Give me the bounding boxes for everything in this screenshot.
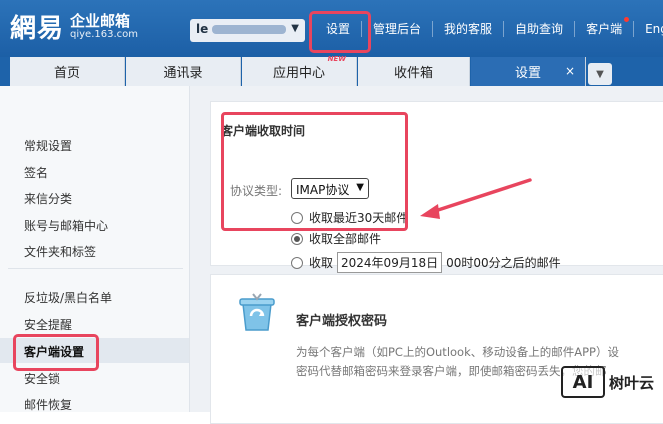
sidebar-item-mail-recovery[interactable]: 邮件恢复	[24, 396, 72, 413]
tab-home[interactable]: 首页	[10, 57, 125, 86]
auth-code-card: 客户端授权密码 为每个客户端（如PC上的Outlook、移动设备上的邮件APP）…	[210, 274, 663, 424]
sidebar-item-general[interactable]: 常规设置	[24, 137, 72, 154]
radio-button[interactable]	[291, 256, 303, 269]
nav-admin[interactable]: 管理后台	[361, 20, 432, 37]
sidebar-item-security-alert[interactable]: 安全提醒	[24, 316, 72, 333]
option-all-mail[interactable]: 收取全部邮件	[291, 230, 381, 247]
logo-title: 企业邮箱	[70, 11, 131, 30]
client-settings-highlight	[13, 334, 99, 371]
sidebar-item-folders[interactable]: 文件夹和标签	[24, 243, 96, 260]
radio-button-selected[interactable]	[291, 232, 303, 245]
new-badge: NEW	[327, 55, 346, 63]
settings-highlight	[309, 11, 371, 53]
sidebar-item-account-center[interactable]: 账号与邮箱中心	[24, 217, 108, 234]
chevron-down-icon: ▼	[596, 68, 604, 80]
tab-app-center[interactable]: 应用中心 NEW	[242, 55, 357, 86]
sidebar-item-mail-filter[interactable]: 来信分类	[24, 190, 72, 207]
auth-code-title: 客户端授权密码	[296, 314, 388, 329]
top-header: 網易 企业邮箱 qiye.163.com le ▼ 设置 管理后台 我的客服 自…	[0, 0, 663, 57]
nav-language[interactable]: Engl	[633, 20, 663, 37]
option-after-date[interactable]: 收取 2024年09月18日 00时00分之后的邮件	[291, 252, 561, 273]
tab-contacts[interactable]: 通讯录	[126, 57, 241, 86]
annotation-arrow-icon	[420, 178, 532, 219]
chevron-down-icon: ▼	[291, 23, 299, 34]
date-input[interactable]: 2024年09月18日	[337, 252, 443, 273]
watermark-text: 树叶云	[609, 373, 655, 392]
settings-sidebar: 常规设置 签名 来信分类 账号与邮箱中心 文件夹和标签 反垃圾/黑白名单 安全提…	[0, 86, 190, 412]
sidebar-item-signature[interactable]: 签名	[24, 164, 48, 181]
sidebar-item-antispam[interactable]: 反垃圾/黑白名单	[24, 289, 112, 306]
logo-mark: 網易	[10, 14, 65, 44]
watermark-logo: AI	[561, 366, 605, 398]
account-redacted	[212, 25, 287, 34]
notification-dot	[624, 16, 630, 22]
tab-more-button[interactable]: ▼	[588, 63, 612, 85]
account-name: le	[196, 22, 209, 36]
tab-settings[interactable]: 设置 ×	[471, 57, 586, 86]
tab-bar: 首页 通讯录 应用中心 NEW 收件箱 设置 × ▼	[0, 55, 663, 86]
tab-inbox[interactable]: 收件箱	[358, 57, 470, 86]
sidebar-item-security-lock[interactable]: 安全锁	[24, 370, 60, 387]
nav-self-query[interactable]: 自助查询	[503, 20, 574, 37]
sidebar-divider	[8, 268, 183, 269]
receive-settings-highlight	[221, 112, 408, 231]
netease-logo[interactable]: 網易 企业邮箱 qiye.163.com	[10, 8, 138, 45]
recycle-bin-icon	[239, 293, 275, 331]
nav-client[interactable]: 客户端	[574, 16, 633, 37]
account-selector[interactable]: le ▼	[190, 19, 305, 42]
logo-url: qiye.163.com	[70, 29, 139, 41]
nav-my-service[interactable]: 我的客服	[432, 20, 503, 37]
close-icon[interactable]: ×	[565, 64, 575, 78]
watermark: AI 树叶云	[561, 366, 654, 398]
